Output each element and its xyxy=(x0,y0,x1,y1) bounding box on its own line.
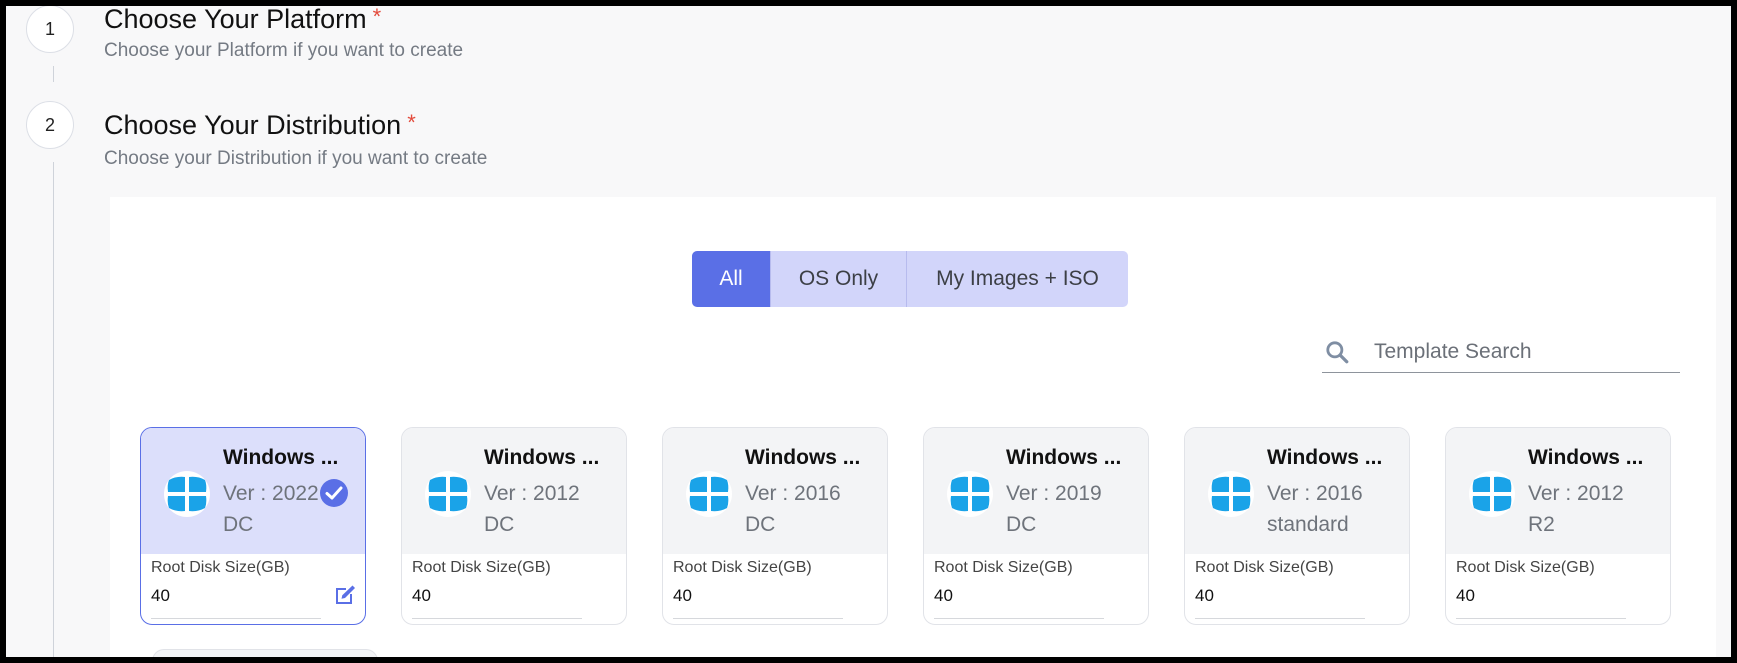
template-card[interactable]: Windows ... Ver : 2022 DC Root Disk Size(GB… xyxy=(140,427,366,625)
template-card-header: Windows ... Ver : 2016 standard xyxy=(1185,428,1409,554)
root-disk-size-underline xyxy=(151,618,321,619)
root-disk-size-label: Root Disk Size(GB) xyxy=(151,559,290,576)
template-filter-group: All OS Only My Images + ISO xyxy=(692,251,1128,307)
template-card-header: Windows ... Ver : 2012 DC xyxy=(402,428,626,554)
root-disk-size-underline xyxy=(412,618,582,619)
step-2-subtitle: Choose your Distribution if you want to … xyxy=(104,148,488,169)
windows-logo-icon xyxy=(947,471,993,517)
root-disk-size-underline xyxy=(673,618,843,619)
windows-logo-icon xyxy=(1469,471,1515,517)
template-version-edition: DC xyxy=(223,513,254,536)
windows-logo-icon xyxy=(1208,471,1254,517)
template-card[interactable]: Windows ... Ver : 2016 DC Root Disk Size(GB… xyxy=(662,427,888,625)
root-disk-size-underline xyxy=(1456,618,1626,619)
required-marker: * xyxy=(372,6,382,29)
template-version-line: Ver : 2019 xyxy=(1006,482,1102,505)
check-circle-icon xyxy=(320,479,348,507)
template-name: Windows ... xyxy=(484,446,600,469)
root-disk-size-value[interactable]: 40 xyxy=(151,586,170,606)
template-search-input[interactable] xyxy=(1374,339,1664,364)
root-disk-size-value[interactable]: 40 xyxy=(412,586,431,606)
template-name: Windows ... xyxy=(745,446,861,469)
root-disk-size-value[interactable]: 40 xyxy=(934,586,953,606)
template-version-line: Ver : 2016 xyxy=(745,482,841,505)
template-version: Ver : 2012 R2 xyxy=(1528,478,1658,540)
template-version-line: Ver : 2012 xyxy=(1528,482,1624,505)
template-version: Ver : 2012 DC xyxy=(484,478,614,540)
step-connector xyxy=(53,162,54,657)
root-disk-size-label: Root Disk Size(GB) xyxy=(934,559,1073,576)
template-version-edition: DC xyxy=(1006,513,1037,536)
template-card[interactable]: Windows ... Ver : 2012 DC Root Disk Size(GB… xyxy=(401,427,627,625)
template-card-header: Windows ... Ver : 2022 DC xyxy=(141,428,365,554)
step-2-indicator: 2 xyxy=(26,101,74,149)
root-disk-size-label: Root Disk Size(GB) xyxy=(673,559,812,576)
windows-logo-icon xyxy=(164,471,210,517)
template-card-header: Windows ... Ver : 2012 R2 xyxy=(1446,428,1670,554)
template-version-line: Ver : 2012 xyxy=(484,482,580,505)
root-disk-size-underline xyxy=(1195,618,1365,619)
windows-logo-icon xyxy=(425,471,471,517)
template-version: Ver : 2016 standard xyxy=(1267,478,1397,540)
template-version-edition: DC xyxy=(484,513,515,536)
template-version: Ver : 2019 DC xyxy=(1006,478,1136,540)
template-name: Windows ... xyxy=(223,446,339,469)
template-version-edition: DC xyxy=(745,513,776,536)
edit-icon[interactable] xyxy=(333,583,357,607)
template-version-line: Ver : 2016 xyxy=(1267,482,1363,505)
template-card[interactable]: Windows ... Ver : 2012 R2 Root Disk Size(GB… xyxy=(1445,427,1671,625)
step-connector xyxy=(53,66,54,82)
root-disk-size-label: Root Disk Size(GB) xyxy=(1195,559,1334,576)
template-card[interactable]: Windows ... Ver : 2016 standard Root Disk S… xyxy=(1184,427,1410,625)
filter-all-button[interactable]: All xyxy=(692,251,770,307)
template-name: Windows ... xyxy=(1006,446,1122,469)
step-2-title: Choose Your Distribution * xyxy=(104,110,416,141)
root-disk-size-label: Root Disk Size(GB) xyxy=(412,559,551,576)
template-version-edition: standard xyxy=(1267,513,1349,536)
step-1-indicator: 1 xyxy=(26,6,74,53)
root-disk-size-value[interactable]: 40 xyxy=(1195,586,1214,606)
template-name: Windows ... xyxy=(1528,446,1644,469)
template-version-edition: R2 xyxy=(1528,513,1555,536)
step-1-number: 1 xyxy=(44,18,55,39)
step-2-title-text: Choose Your Distribution xyxy=(104,110,402,140)
step-2-number: 2 xyxy=(44,114,55,135)
template-card-header: Windows ... Ver : 2016 DC xyxy=(663,428,887,554)
windows-logo-icon xyxy=(686,471,732,517)
step-1-title: Choose Your Platform * xyxy=(104,6,381,35)
search-icon xyxy=(1326,340,1349,363)
root-disk-size-value[interactable]: 40 xyxy=(673,586,692,606)
template-search xyxy=(1322,331,1680,373)
template-version: Ver : 2016 DC xyxy=(745,478,875,540)
distribution-panel: All OS Only My Images + ISO Windows ...V… xyxy=(110,197,1716,657)
root-disk-size-label: Root Disk Size(GB) xyxy=(1456,559,1595,576)
root-disk-size-value[interactable]: 40 xyxy=(1456,586,1475,606)
template-card[interactable]: Windows ... Ver : 2019 DC Root Disk Size(GB… xyxy=(923,427,1149,625)
step-1-title-text: Choose Your Platform xyxy=(104,6,367,34)
filter-my-images-iso-button[interactable]: My Images + ISO xyxy=(906,251,1128,307)
required-marker: * xyxy=(407,110,416,135)
template-card-header: Windows ... Ver : 2019 DC xyxy=(924,428,1148,554)
filter-os-only-button[interactable]: OS Only xyxy=(770,251,906,307)
template-name: Windows ... xyxy=(1267,446,1383,469)
root-disk-size-underline xyxy=(934,618,1104,619)
step-1-subtitle: Choose your Platform if you want to crea… xyxy=(104,40,464,61)
wizard-page: 1 Choose Your Platform * Choose your Plat… xyxy=(6,6,1731,657)
template-card[interactable] xyxy=(152,649,378,657)
